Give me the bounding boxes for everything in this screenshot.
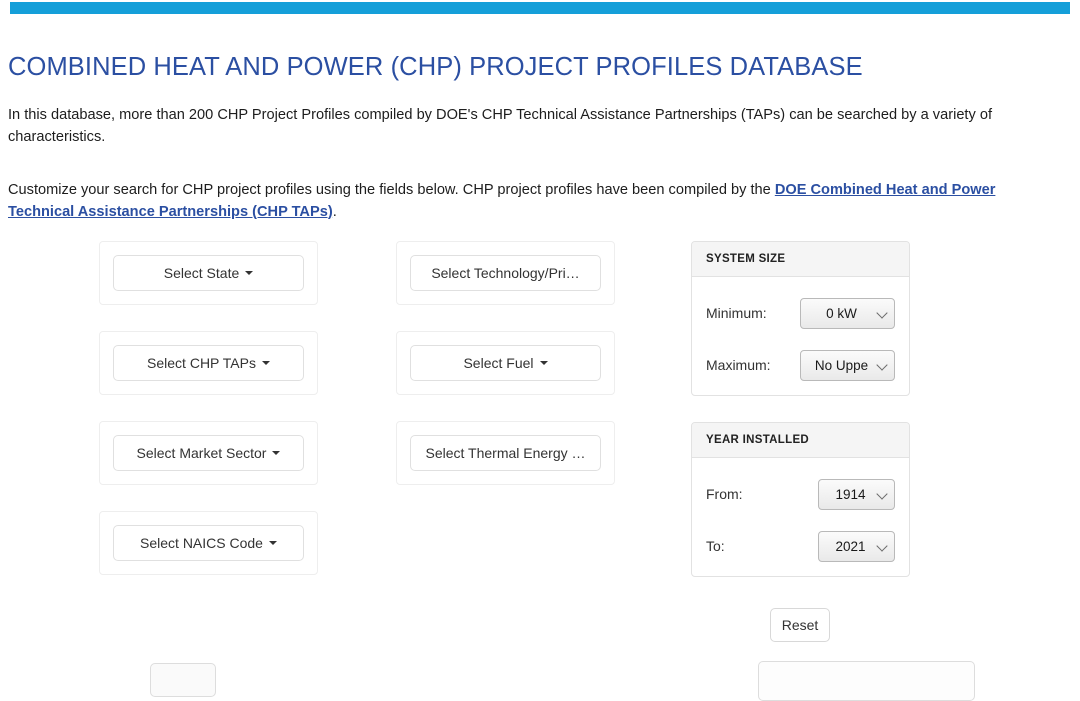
system-size-minimum-label: Minimum:: [706, 305, 767, 321]
bottom-clipped-panel[interactable]: [758, 661, 975, 701]
select-market-sector-label: Select Market Sector: [136, 445, 267, 461]
select-naics-code-button[interactable]: Select NAICS Code: [113, 525, 304, 561]
intro-paragraph: In this database, more than 200 CHP Proj…: [8, 106, 993, 145]
customize-text-after: .: [332, 203, 337, 220]
page-title: COMBINED HEAT AND POWER (CHP) PROJECT PR…: [8, 53, 863, 82]
chevron-down-icon: [876, 488, 888, 500]
year-installed-from-select[interactable]: 1914: [818, 478, 895, 510]
filter-group-chp-taps: Select CHP TAPs: [99, 331, 318, 395]
chevron-down-icon: [876, 359, 888, 371]
select-fuel-button[interactable]: Select Fuel: [410, 345, 601, 381]
year-installed-panel-body: From: 1914 To: 2021: [692, 458, 909, 572]
year-installed-to-label: To:: [706, 538, 725, 554]
year-installed-from-value: 1914: [835, 486, 866, 502]
select-thermal-energy-button[interactable]: Select Thermal Energy …: [410, 435, 601, 471]
select-chp-taps-label: Select CHP TAPs: [147, 355, 256, 371]
caret-down-icon: [268, 541, 277, 545]
system-size-minimum-row: Minimum: 0 kW: [706, 287, 895, 339]
year-installed-from-label: From:: [706, 486, 743, 502]
system-size-panel-body: Minimum: 0 kW Maximum: No Uppe: [692, 277, 909, 391]
year-installed-to-row: To: 2021: [706, 520, 895, 572]
select-naics-code-label: Select NAICS Code: [140, 535, 263, 551]
year-installed-to-select[interactable]: 2021: [818, 530, 895, 562]
system-size-minimum-value: 0 kW: [826, 305, 857, 321]
filter-group-market-sector: Select Market Sector: [99, 421, 318, 485]
customize-paragraph: Customize your search for CHP project pr…: [8, 179, 1052, 223]
chevron-down-icon: [876, 540, 888, 552]
caret-down-icon: [245, 271, 254, 275]
caret-down-icon: [539, 361, 548, 365]
select-market-sector-button[interactable]: Select Market Sector: [113, 435, 304, 471]
year-installed-panel-header: YEAR INSTALLED: [692, 423, 909, 458]
select-technology-label: Select Technology/Pri…: [431, 265, 580, 281]
year-installed-panel: YEAR INSTALLED From: 1914 To: 2021: [691, 422, 910, 577]
filter-group-fuel: Select Fuel: [396, 331, 615, 395]
system-size-panel-header: SYSTEM SIZE: [692, 242, 909, 277]
year-installed-from-row: From: 1914: [706, 468, 895, 520]
system-size-maximum-label: Maximum:: [706, 357, 771, 373]
reset-button[interactable]: Reset: [770, 608, 830, 642]
system-size-minimum-select[interactable]: 0 kW: [800, 297, 895, 329]
caret-down-icon: [261, 361, 270, 365]
chevron-down-icon: [876, 307, 888, 319]
select-state-button[interactable]: Select State: [113, 255, 304, 291]
system-size-panel: SYSTEM SIZE Minimum: 0 kW Maximum: No Up…: [691, 241, 910, 396]
year-installed-to-value: 2021: [835, 538, 866, 554]
system-size-maximum-select[interactable]: No Uppe: [800, 349, 895, 381]
select-chp-taps-button[interactable]: Select CHP TAPs: [113, 345, 304, 381]
top-accent-band: [10, 2, 1070, 14]
filter-group-state: Select State: [99, 241, 318, 305]
select-thermal-energy-label: Select Thermal Energy …: [425, 445, 586, 461]
select-fuel-label: Select Fuel: [463, 355, 534, 371]
system-size-maximum-row: Maximum: No Uppe: [706, 339, 895, 391]
filter-group-thermal-energy: Select Thermal Energy …: [396, 421, 615, 485]
select-technology-button[interactable]: Select Technology/Pri…: [410, 255, 601, 291]
filter-group-technology: Select Technology/Pri…: [396, 241, 615, 305]
select-state-label: Select State: [163, 265, 240, 281]
caret-down-icon: [272, 451, 281, 455]
bottom-clipped-button[interactable]: [150, 663, 216, 697]
filter-group-naics-code: Select NAICS Code: [99, 511, 318, 575]
system-size-maximum-value: No Uppe: [814, 357, 869, 373]
customize-text-before: Customize your search for CHP project pr…: [8, 181, 775, 198]
